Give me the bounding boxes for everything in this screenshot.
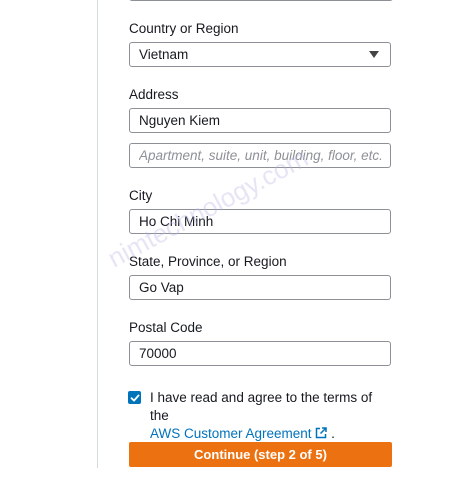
address-line2-input[interactable] (129, 143, 391, 168)
agree-statement: I have read and agree to the terms of th… (150, 389, 390, 443)
city-input[interactable] (129, 209, 391, 234)
country-label: Country or Region (129, 21, 239, 36)
external-link-icon (316, 427, 328, 439)
agree-text: I have read and agree to the terms of th… (150, 390, 373, 423)
agree-checkbox[interactable] (128, 391, 141, 404)
agree-period: . (331, 426, 335, 441)
city-label: City (129, 188, 153, 203)
aws-customer-agreement-link[interactable]: AWS Customer Agreement (150, 426, 331, 441)
state-label: State, Province, or Region (129, 254, 287, 269)
previous-field-edge (129, 0, 393, 1)
state-input[interactable] (129, 275, 391, 300)
triangle-down-icon (369, 51, 379, 58)
address-line1-input[interactable] (129, 108, 391, 133)
check-icon (130, 394, 139, 401)
postal-input[interactable] (129, 341, 391, 366)
country-value: Vietnam (139, 47, 189, 62)
address-label: Address (129, 87, 179, 102)
continue-button[interactable]: Continue (step 2 of 5) (129, 442, 392, 467)
agreement-link-label: AWS Customer Agreement (150, 426, 312, 441)
postal-label: Postal Code (129, 320, 203, 335)
country-select[interactable]: Vietnam (129, 42, 391, 67)
page-border-line (97, 0, 98, 468)
